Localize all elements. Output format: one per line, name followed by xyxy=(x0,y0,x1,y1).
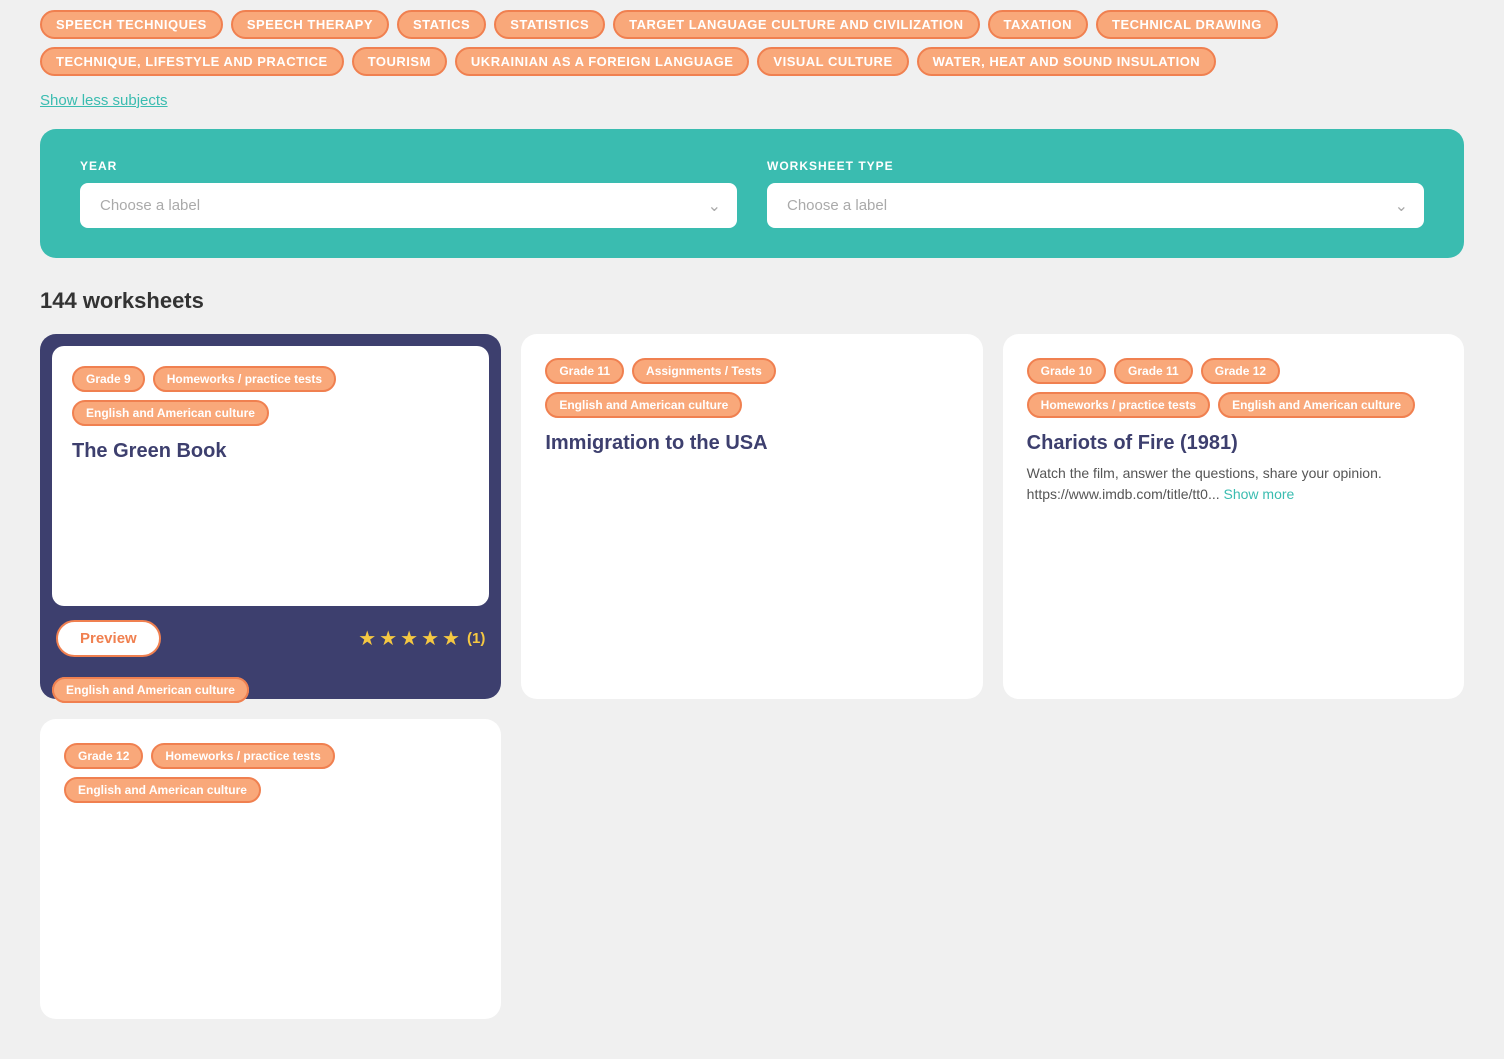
worksheet-type-label: WORKSHEET TYPE xyxy=(767,159,1424,173)
year-filter-group: YEAR Choose a label ⌄ xyxy=(80,159,737,228)
card-tag[interactable]: Grade 9 xyxy=(72,366,145,392)
card-tag[interactable]: Grade 12 xyxy=(1201,358,1280,384)
card-description: Watch the film, answer the questions, sh… xyxy=(1027,463,1440,505)
subject-tag[interactable]: SPEECH TECHNIQUES xyxy=(40,10,223,39)
subject-tag[interactable]: VISUAL CULTURE xyxy=(757,47,908,76)
card-tag[interactable]: English and American culture xyxy=(1218,392,1415,418)
card-tag[interactable]: Homeworks / practice tests xyxy=(151,743,334,769)
show-less-link[interactable]: Show less subjects xyxy=(40,92,168,109)
subject-tag[interactable]: UKRAINIAN AS A FOREIGN LANGUAGE xyxy=(455,47,750,76)
worksheet-card[interactable]: Grade 11 Assignments / Tests English and A… xyxy=(521,334,982,699)
card-tag[interactable]: Assignments / Tests xyxy=(632,358,776,384)
card-title: The Green Book xyxy=(72,440,469,463)
worksheet-type-select[interactable]: Choose a label xyxy=(767,183,1424,228)
rating-count: (1) xyxy=(467,630,485,647)
worksheet-card[interactable]: Grade 9 Homeworks / practice tests English… xyxy=(40,334,501,699)
page-wrapper: SPEECH TECHNIQUES SPEECH THERAPY STATICS ST… xyxy=(0,0,1504,1059)
card-tag[interactable]: Grade 11 xyxy=(1114,358,1193,384)
worksheet-card[interactable]: Grade 10 Grade 11 Grade 12 Homeworks / prac… xyxy=(1003,334,1464,699)
subjects-row: SPEECH TECHNIQUES SPEECH THERAPY STATICS ST… xyxy=(40,10,1464,76)
card-tag[interactable]: English and American culture xyxy=(545,392,742,418)
card-title: Chariots of Fire (1981) xyxy=(1027,432,1440,455)
subject-tag[interactable]: TOURISM xyxy=(352,47,447,76)
year-select-wrapper: Choose a label ⌄ xyxy=(80,183,737,228)
star-icon: ★ xyxy=(421,626,439,651)
card-tag[interactable]: English and American culture xyxy=(64,777,261,803)
year-label: YEAR xyxy=(80,159,737,173)
worksheet-type-select-wrapper: Choose a label ⌄ xyxy=(767,183,1424,228)
card-bottom-tag[interactable]: English and American culture xyxy=(52,677,249,703)
subject-tag[interactable]: SPEECH THERAPY xyxy=(231,10,389,39)
worksheet-type-filter-group: WORKSHEET TYPE Choose a label ⌄ xyxy=(767,159,1424,228)
card-tags: Grade 10 Grade 11 Grade 12 Homeworks / prac… xyxy=(1027,358,1440,418)
card-tags: Grade 12 Homeworks / practice tests Englis… xyxy=(64,743,477,803)
card-tags: Grade 11 Assignments / Tests English and A… xyxy=(545,358,958,418)
preview-button[interactable]: Preview xyxy=(56,620,161,657)
filter-bar: YEAR Choose a label ⌄ WORKSHEET TYPE Cho… xyxy=(40,129,1464,258)
subject-tag[interactable]: TAXATION xyxy=(988,10,1089,39)
star-icon: ★ xyxy=(400,626,418,651)
card-tag[interactable]: Grade 12 xyxy=(64,743,143,769)
card-tag[interactable]: English and American culture xyxy=(72,400,269,426)
subject-tag[interactable]: TARGET LANGUAGE CULTURE AND CIVILIZATION xyxy=(613,10,979,39)
worksheet-card[interactable]: Grade 12 Homeworks / practice tests Englis… xyxy=(40,719,501,1019)
card-title: Immigration to the USA xyxy=(545,432,958,455)
subject-tag[interactable]: STATICS xyxy=(397,10,486,39)
card-bottom-tag-wrapper: English and American culture xyxy=(40,673,501,699)
worksheets-grid: Grade 9 Homeworks / practice tests English… xyxy=(40,334,1464,1019)
card-footer: Preview★★★★★(1) xyxy=(40,606,501,673)
worksheets-count: 144 worksheets xyxy=(40,288,1464,314)
show-more-link[interactable]: Show more xyxy=(1220,486,1295,502)
card-tag[interactable]: Grade 11 xyxy=(545,358,624,384)
stars-row: ★★★★★(1) xyxy=(358,626,485,651)
star-icon: ★ xyxy=(358,626,376,651)
subject-tag[interactable]: TECHNIQUE, LIFESTYLE AND PRACTICE xyxy=(40,47,344,76)
star-icon: ★ xyxy=(379,626,397,651)
card-tag[interactable]: Grade 10 xyxy=(1027,358,1106,384)
card-inner: Grade 9 Homeworks / practice tests English… xyxy=(52,346,489,606)
subject-tag[interactable]: WATER, HEAT AND SOUND INSULATION xyxy=(917,47,1217,76)
card-tag[interactable]: Homeworks / practice tests xyxy=(1027,392,1210,418)
subject-tag[interactable]: TECHNICAL DRAWING xyxy=(1096,10,1278,39)
subject-tag[interactable]: STATISTICS xyxy=(494,10,605,39)
star-icon: ★ xyxy=(442,626,460,651)
card-tags: Grade 9 Homeworks / practice tests English… xyxy=(72,366,469,426)
year-select[interactable]: Choose a label xyxy=(80,183,737,228)
card-tag[interactable]: Homeworks / practice tests xyxy=(153,366,336,392)
